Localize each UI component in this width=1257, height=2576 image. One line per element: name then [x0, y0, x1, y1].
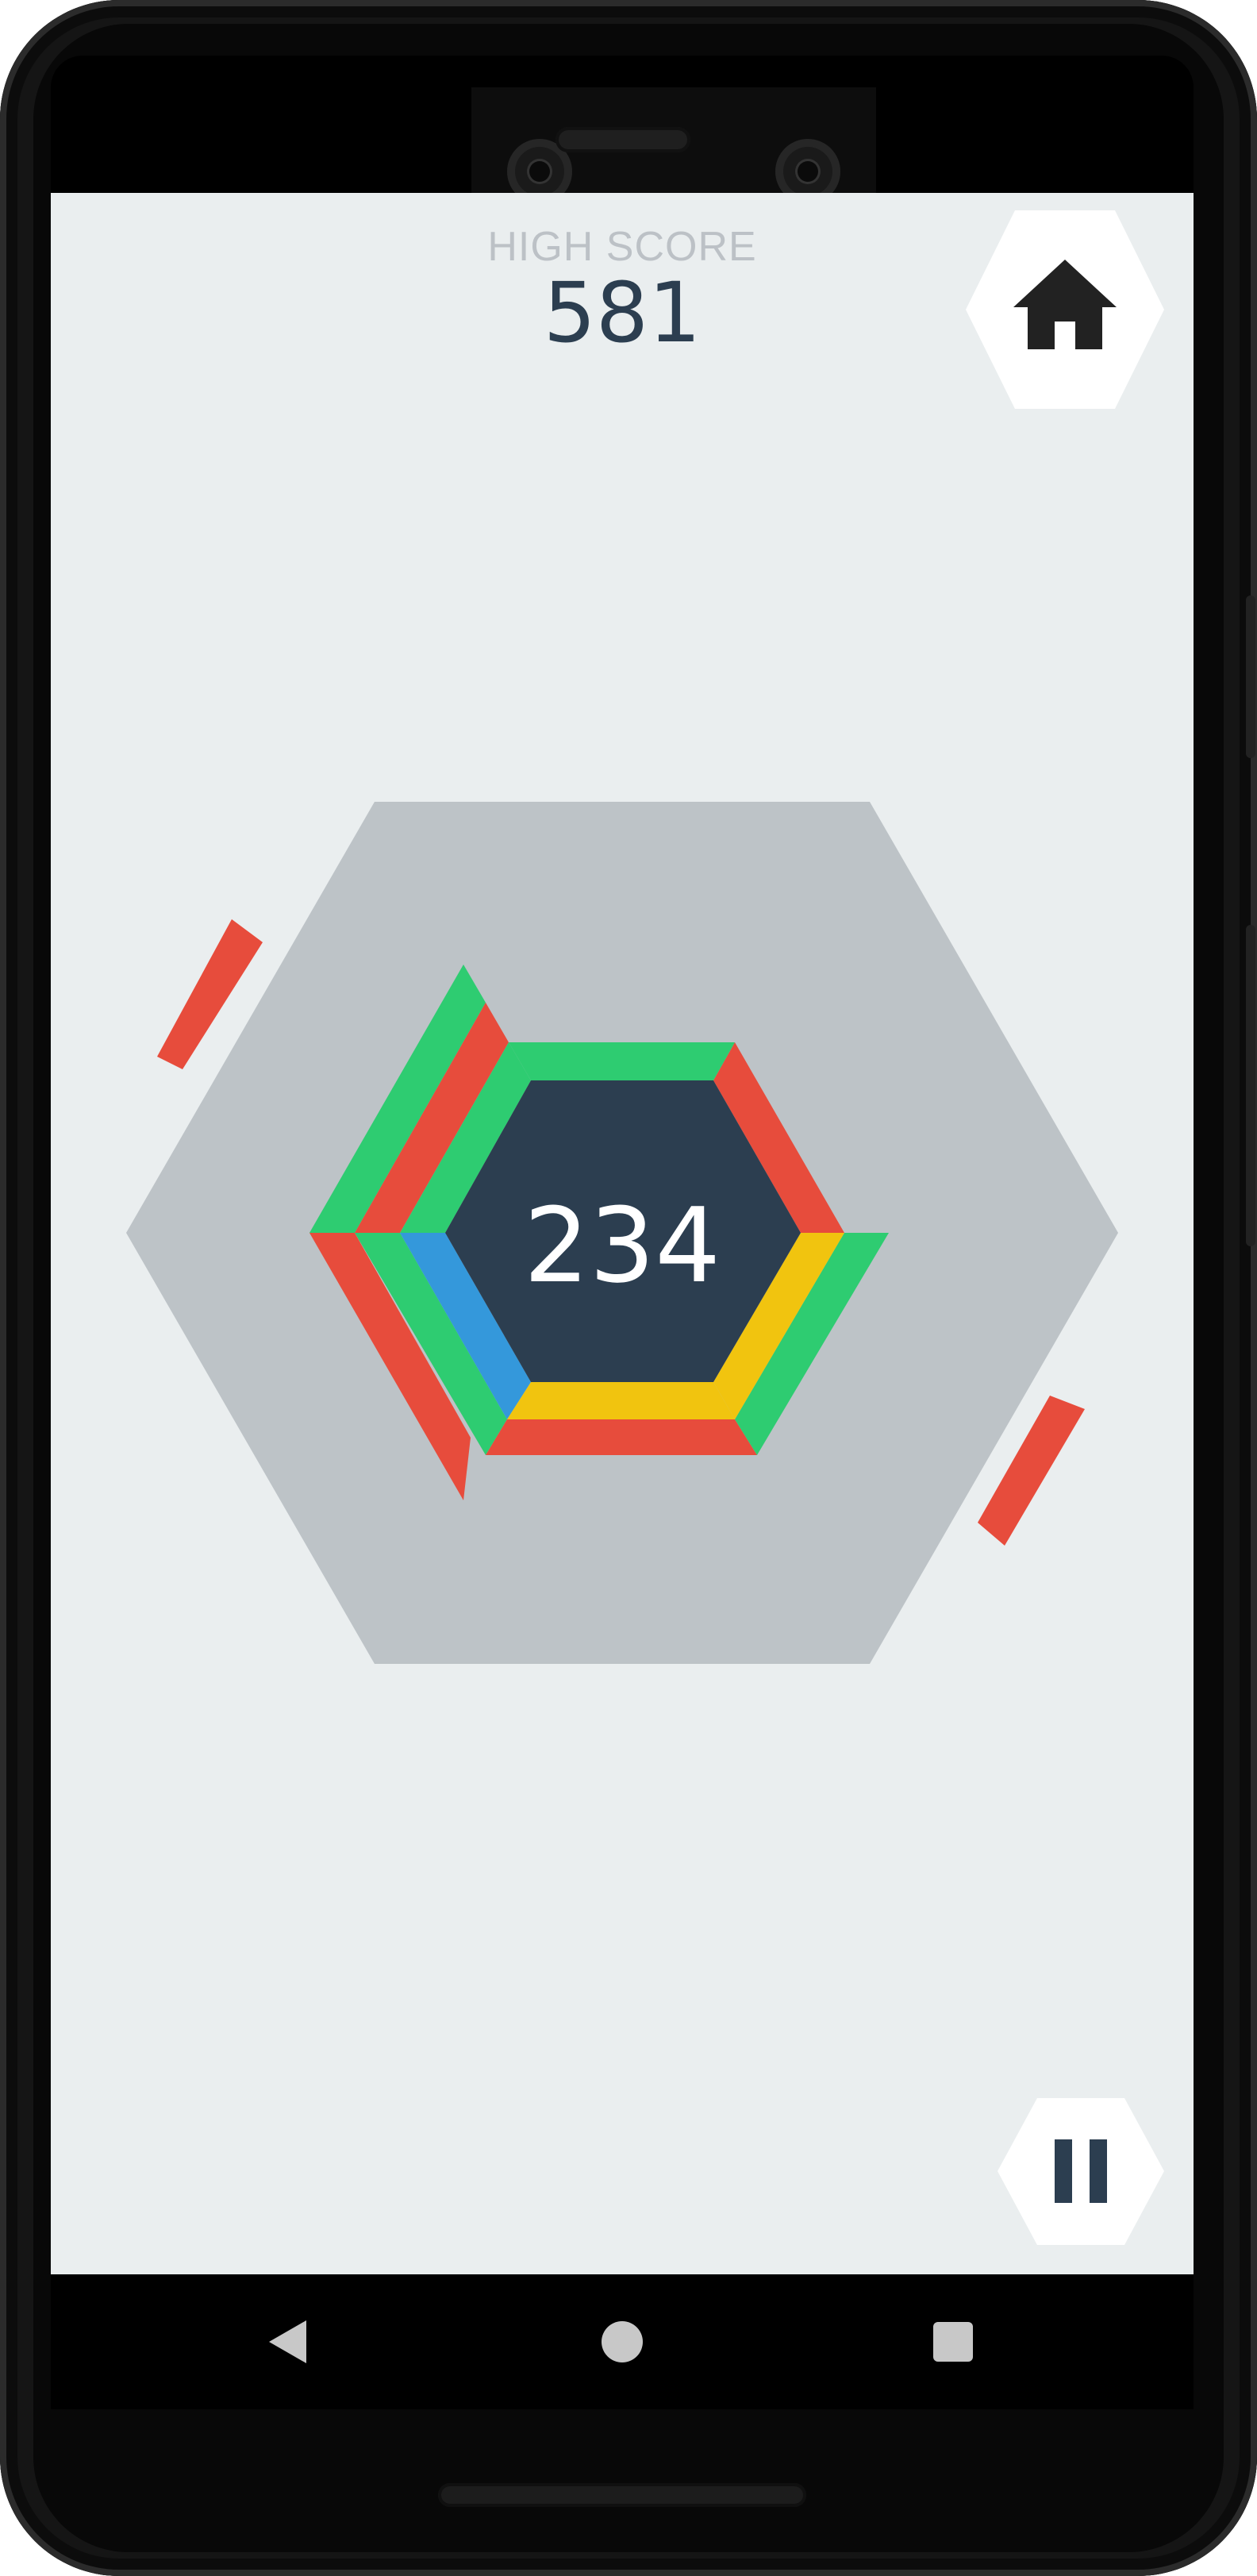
game-screen: HIGH SCORE 581 234 — [51, 193, 1194, 2274]
android-nav-bar — [51, 2274, 1194, 2409]
earpiece-speaker — [555, 127, 690, 152]
back-triangle-icon[interactable] — [265, 2314, 313, 2370]
block-red — [486, 1419, 757, 1455]
current-score: 234 — [523, 1185, 721, 1306]
bottom-speaker — [438, 2483, 806, 2507]
volume-button — [1246, 595, 1255, 758]
block-green — [509, 1042, 735, 1080]
home-circle-icon[interactable] — [600, 2320, 644, 2364]
pause-button[interactable] — [998, 2098, 1164, 2245]
recents-square-icon[interactable] — [931, 2320, 975, 2364]
status-area — [51, 56, 1194, 246]
block-yellow — [507, 1382, 735, 1419]
pause-button-hex — [998, 2098, 1164, 2245]
power-button — [1246, 925, 1255, 1246]
